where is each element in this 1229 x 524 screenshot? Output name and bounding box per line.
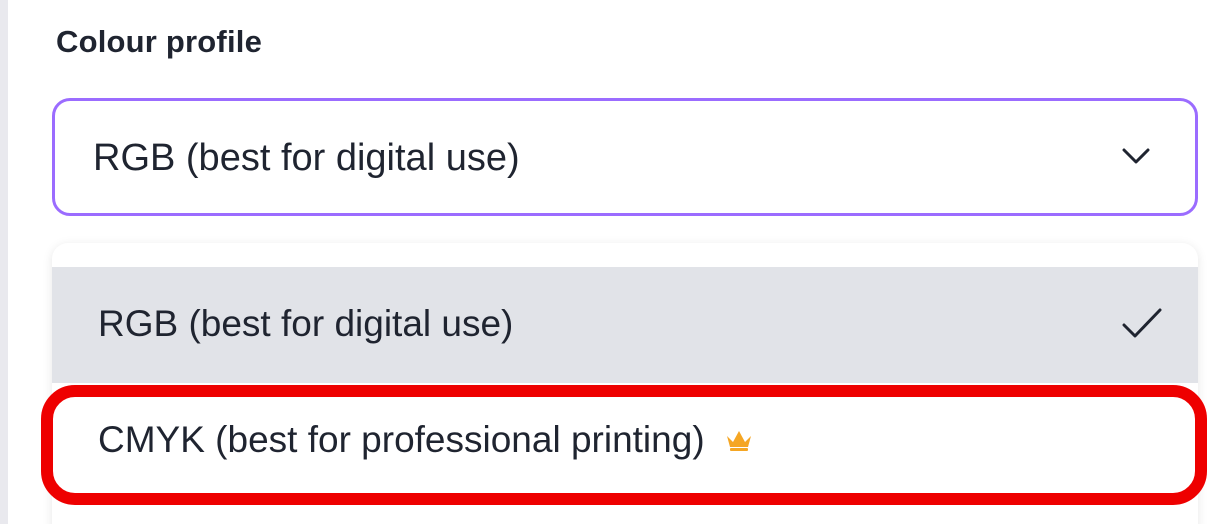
panel-left-border [0, 0, 8, 524]
colour-profile-panel: Colour profile RGB (best for digital use… [0, 0, 1229, 524]
check-icon [1122, 308, 1162, 338]
option-rgb[interactable]: RGB (best for digital use) [52, 267, 1198, 383]
colour-profile-label: Colour profile [56, 24, 263, 59]
colour-profile-select[interactable]: RGB (best for digital use) [52, 98, 1198, 216]
chevron-down-icon [1122, 148, 1150, 164]
option-cmyk-label: CMYK (best for professional printing) [98, 419, 705, 460]
option-cmyk[interactable]: CMYK (best for professional printing) [52, 383, 1198, 499]
option-rgb-label: RGB (best for digital use) [98, 303, 514, 344]
option-cmyk-label-wrap: CMYK (best for professional printing) [98, 419, 753, 461]
crown-icon [726, 431, 751, 452]
select-current-value: RGB (best for digital use) [93, 137, 520, 179]
colour-profile-dropdown-menu: RGB (best for digital use) CMYK (best fo… [52, 243, 1198, 524]
